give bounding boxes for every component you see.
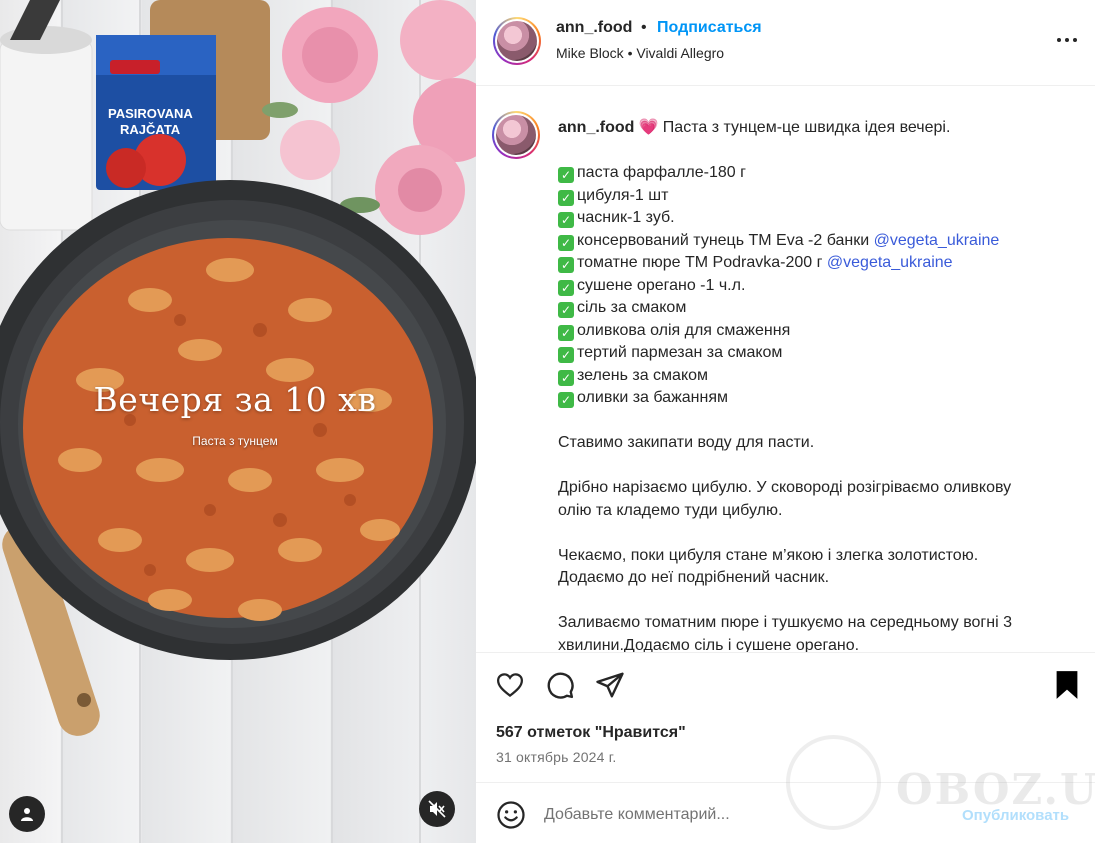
- ingredient-item: ✓ цибуля-1 шт: [558, 185, 1068, 208]
- ingredient-text: цибуля-1 шт: [577, 186, 669, 204]
- mute-button[interactable]: [419, 791, 455, 827]
- checkmark-icon: ✓: [558, 347, 574, 363]
- ingredient-item: ✓ сіль за смаком: [558, 297, 1068, 320]
- caption-username[interactable]: ann_.food: [558, 119, 634, 136]
- caption-section: ann_.food 💗 Паста з тунцем-це швидка ідея…: [476, 87, 1095, 652]
- overlay-subtitle: Паста з тунцем: [192, 434, 278, 448]
- checkmark-icon: ✓: [558, 279, 574, 296]
- post-date: 31 октябрь 2024 г.: [496, 749, 617, 765]
- checkmark-icon: ✓: [558, 369, 574, 386]
- comment-icon: [547, 672, 574, 699]
- checkmark-icon: ✓: [558, 189, 574, 206]
- ingredient-text: зелень за смаком: [577, 366, 709, 384]
- caption-intro: 💗 Паста з тунцем-це швидка ідея вечері.: [638, 119, 951, 136]
- step-line: Чекаємо, поки цибуля стане м’якою і злег…: [558, 546, 979, 564]
- caption-text: ann_.food 💗 Паста з тунцем-це швидка ідея…: [558, 117, 1068, 652]
- share-button[interactable]: [595, 670, 625, 700]
- recipe-steps: Ставимо закипати воду для пасти. Дрібно н…: [558, 410, 1068, 653]
- ingredient-text: томатне пюре ТМ Podravka-200 г: [577, 254, 827, 271]
- ingredient-text: тертий пармезан за смаком: [577, 344, 783, 361]
- post-actions: 567 отметок "Нравится" 31 октябрь 2024 г…: [476, 652, 1095, 782]
- ingredient-text: паста фарфалле-180 г: [577, 164, 746, 181]
- publish-button[interactable]: Опубликовать: [962, 807, 1069, 824]
- checkmark-icon: ✓: [558, 302, 574, 318]
- caption-author-avatar[interactable]: [492, 111, 540, 159]
- ingredient-item: ✓ часник-1 зуб.: [558, 207, 1068, 230]
- svg-text:PASIROVANA: PASIROVANA: [108, 106, 193, 121]
- step-line: олію та кладемо туди цибулю.: [558, 501, 783, 519]
- emoji-icon[interactable]: [496, 800, 526, 830]
- save-button[interactable]: [1052, 670, 1082, 700]
- ingredient-item: ✓ оливкова олія для смаження: [558, 320, 1068, 343]
- step-line: Заливаємо томатним пюре і тушкуємо на се…: [558, 614, 1012, 631]
- mention-link[interactable]: @vegeta_ukraine: [874, 232, 1000, 249]
- mention-link[interactable]: @vegeta_ukraine: [827, 254, 953, 271]
- checkmark-icon: ✓: [558, 257, 574, 273]
- more-dots-icon: [1057, 38, 1061, 42]
- ingredient-item: ✓ сушене орегано -1 ч.л.: [558, 275, 1068, 298]
- user-icon: [21, 808, 33, 821]
- step-line: хвилини.Додаємо сіль і сушене орегано.: [558, 636, 860, 653]
- likes-count[interactable]: 567 отметок "Нравится": [496, 724, 686, 742]
- step-line: Дрібно нарізаємо цибулю. У сковороді роз…: [558, 479, 1012, 496]
- author-username[interactable]: ann_.food: [556, 19, 632, 37]
- comment-input[interactable]: [544, 802, 944, 828]
- paper-plane-icon: [596, 672, 624, 698]
- speaker-muted-icon: [428, 800, 446, 818]
- separator-dot: •: [641, 19, 647, 36]
- checkmark-icon: ✓: [558, 167, 574, 183]
- food-photo: PASIROVANA RAJČATA: [0, 0, 476, 843]
- like-button[interactable]: [495, 670, 525, 700]
- comment-bar: Опубликовать: [476, 782, 1095, 843]
- ingredient-list: ✓ паста фарфалле-180 г ✓ цибуля-1 шт ✓ часник…: [558, 162, 1068, 410]
- post-media[interactable]: PASIROVANA RAJČATA Вечеря за 10 хв Паста…: [0, 0, 476, 843]
- checkmark-icon: ✓: [558, 392, 574, 408]
- checkmark-icon: ✓: [558, 234, 574, 251]
- ingredient-item: ✓ тертий пармезан за смаком: [558, 342, 1068, 365]
- ingredient-text: сіль за смаком: [577, 299, 687, 316]
- checkmark-icon: ✓: [558, 212, 574, 228]
- tagged-users-button[interactable]: [9, 796, 45, 832]
- step-line: Додаємо до неї подрібнений часник.: [558, 569, 830, 586]
- ingredient-item: ✓ консервований тунець ТМ Eva -2 банки @v…: [558, 230, 1068, 253]
- ingredient-text: сушене орегано -1 ч.л.: [577, 276, 746, 294]
- ingredient-item: ✓ зелень за смаком: [558, 365, 1068, 388]
- svg-text:RAJČATA: RAJČATA: [120, 122, 181, 137]
- ingredient-item: ✓ томатне пюре ТМ Podravka-200 г @vegeta_…: [558, 252, 1068, 275]
- follow-button[interactable]: Подписаться: [657, 19, 762, 37]
- overlay-title: Вечеря за 10 хв: [93, 380, 377, 419]
- step-line: Ставимо закипати воду для пасти.: [558, 434, 815, 451]
- ingredient-text: оливкова олія для смаження: [577, 321, 791, 339]
- ingredient-item: ✓ оливки за бажанням: [558, 387, 1068, 410]
- post-header: ann_.food • Подписаться Mike Block • Viv…: [476, 0, 1095, 86]
- ingredient-text: оливки за бажанням: [577, 389, 729, 406]
- bookmark-icon: [1056, 671, 1078, 699]
- author-avatar[interactable]: [493, 17, 541, 65]
- ingredient-text: часник-1 зуб.: [577, 209, 675, 226]
- more-options-button[interactable]: [1052, 30, 1082, 50]
- checkmark-icon: ✓: [558, 324, 574, 341]
- comment-button[interactable]: [545, 670, 575, 700]
- ingredient-text: консервований тунець ТМ Eva -2 банки: [577, 231, 874, 249]
- audio-track[interactable]: Mike Block • Vivaldi Allegro: [556, 45, 724, 61]
- post-details-panel: ann_.food • Подписаться Mike Block • Viv…: [476, 0, 1095, 843]
- ingredient-item: ✓ паста фарфалле-180 г: [558, 162, 1068, 185]
- heart-icon: [496, 673, 524, 698]
